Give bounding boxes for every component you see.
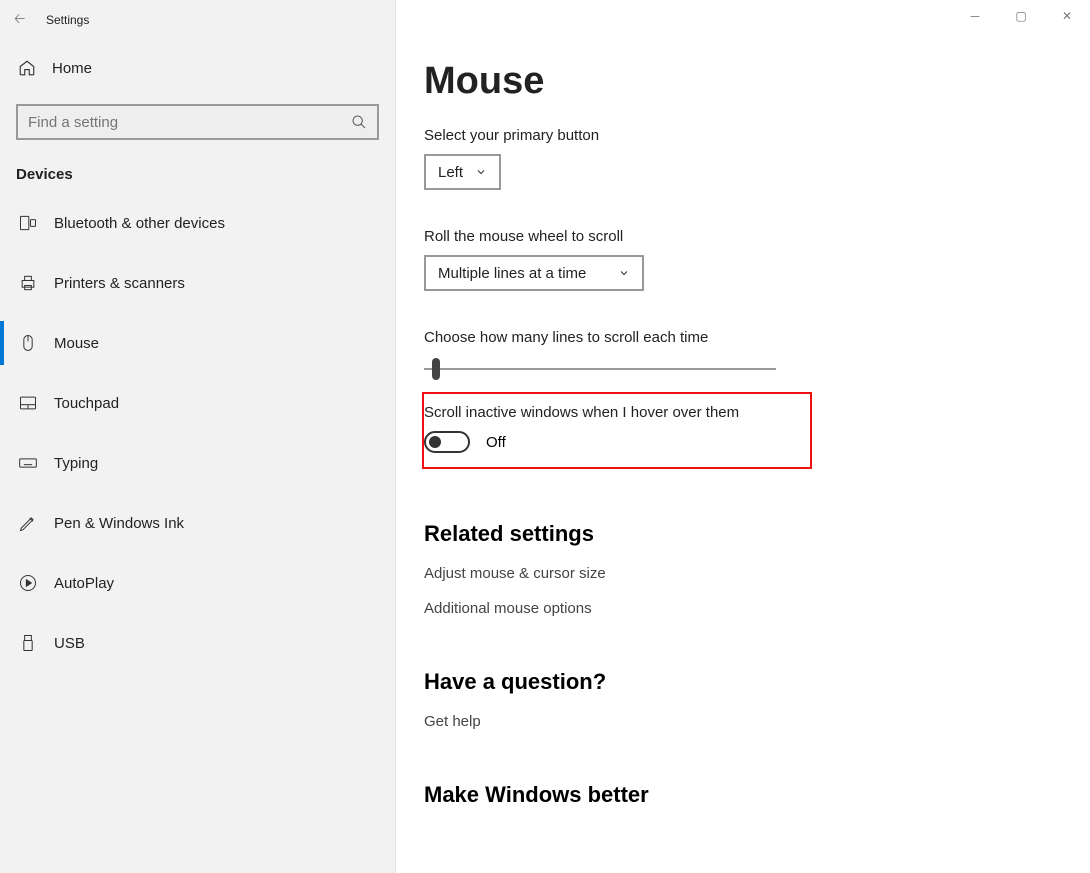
home-icon	[18, 59, 52, 77]
sidebar-item-typing[interactable]: Typing	[0, 433, 395, 493]
keyboard-icon	[18, 453, 54, 473]
sidebar-item-touchpad[interactable]: Touchpad	[0, 373, 395, 433]
primary-button-value: Left	[438, 164, 463, 181]
scroll-inactive-label: Scroll inactive windows when I hover ove…	[424, 404, 800, 421]
sidebar-item-label: Mouse	[54, 335, 99, 352]
sidebar-item-label: Printers & scanners	[54, 275, 185, 292]
touchpad-icon	[18, 393, 54, 413]
home-nav[interactable]: Home	[0, 40, 395, 96]
home-label: Home	[52, 60, 92, 77]
sidebar-item-label: Bluetooth & other devices	[54, 215, 225, 232]
sidebar-item-label: Touchpad	[54, 395, 119, 412]
search-input-wrap[interactable]	[16, 104, 379, 140]
sidebar-item-mouse[interactable]: Mouse	[0, 313, 395, 373]
sidebar-item-pen[interactable]: Pen & Windows Ink	[0, 493, 395, 553]
close-button[interactable]: ✕	[1044, 0, 1090, 32]
link-get-help[interactable]: Get help	[424, 713, 1062, 730]
pen-icon	[18, 513, 54, 533]
scroll-inactive-toggle[interactable]	[424, 431, 470, 453]
bluetooth-icon	[18, 213, 54, 233]
chevron-down-icon	[475, 166, 487, 178]
slider-thumb[interactable]	[432, 358, 440, 380]
roll-wheel-value: Multiple lines at a time	[438, 265, 586, 282]
titlebar: 🡠 Settings	[0, 0, 395, 40]
mouse-icon	[18, 333, 54, 353]
link-additional-mouse-options[interactable]: Additional mouse options	[424, 600, 1062, 617]
sidebar-item-label: Typing	[54, 455, 98, 472]
category-devices: Devices	[0, 144, 395, 193]
slider-track	[424, 368, 776, 370]
roll-wheel-dropdown[interactable]: Multiple lines at a time	[424, 255, 644, 291]
question-heading: Have a question?	[424, 669, 1062, 695]
usb-icon	[18, 633, 54, 653]
sidebar-item-printers[interactable]: Printers & scanners	[0, 253, 395, 313]
settings-sidebar: 🡠 Settings Home Devices Bluetooth & othe…	[0, 0, 396, 873]
page-title: Mouse	[424, 60, 1062, 103]
sidebar-item-label: AutoPlay	[54, 575, 114, 592]
lines-scroll-slider[interactable]	[424, 358, 776, 382]
sidebar-item-autoplay[interactable]: AutoPlay	[0, 553, 395, 613]
search-icon	[351, 114, 367, 130]
minimize-button[interactable]: ─	[952, 0, 998, 32]
chevron-down-icon	[618, 267, 630, 279]
printer-icon	[18, 273, 54, 293]
scroll-inactive-state: Off	[486, 434, 506, 451]
sidebar-item-usb[interactable]: USB	[0, 613, 395, 673]
toggle-knob	[429, 436, 441, 448]
main-content: ─ ▢ ✕ Mouse Select your primary button L…	[396, 0, 1090, 873]
link-adjust-mouse-cursor[interactable]: Adjust mouse & cursor size	[424, 565, 1062, 582]
autoplay-icon	[18, 573, 54, 593]
improve-heading: Make Windows better	[424, 782, 1062, 808]
back-arrow-icon[interactable]: 🡠	[14, 8, 46, 32]
window-controls: ─ ▢ ✕	[952, 0, 1090, 32]
sidebar-item-bluetooth[interactable]: Bluetooth & other devices	[0, 193, 395, 253]
search-input[interactable]	[28, 114, 351, 131]
lines-scroll-label: Choose how many lines to scroll each tim…	[424, 329, 1062, 346]
window-title: Settings	[46, 13, 89, 27]
primary-button-dropdown[interactable]: Left	[424, 154, 501, 190]
related-settings-heading: Related settings	[424, 521, 1062, 547]
roll-wheel-label: Roll the mouse wheel to scroll	[424, 228, 1062, 245]
sidebar-item-label: Pen & Windows Ink	[54, 515, 184, 532]
sidebar-item-label: USB	[54, 635, 85, 652]
maximize-button[interactable]: ▢	[998, 0, 1044, 32]
highlighted-setting: Scroll inactive windows when I hover ove…	[422, 392, 812, 469]
primary-button-label: Select your primary button	[424, 127, 1062, 144]
